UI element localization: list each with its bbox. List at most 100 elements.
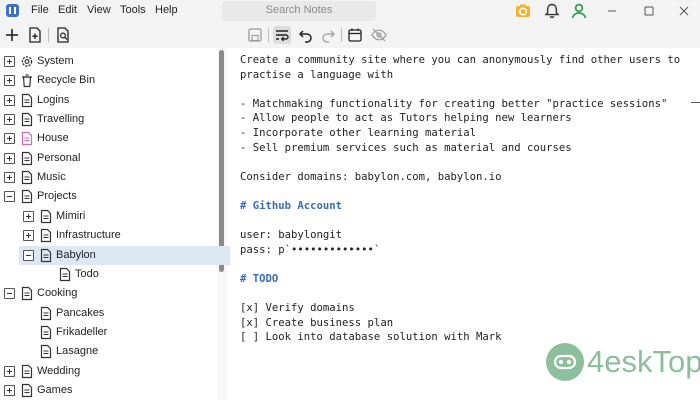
editor-line[interactable]: practise a language with — [240, 68, 393, 82]
collapse-icon[interactable] — [4, 191, 15, 203]
tree-item-label: Todo — [75, 267, 99, 280]
tree-item-mimiri[interactable]: Mimiri — [0, 207, 216, 226]
tree-item-label: Logins — [37, 93, 70, 106]
tree-item-system[interactable]: System — [0, 52, 216, 71]
tree-item-logins[interactable]: Logins — [0, 91, 216, 110]
menu-tools[interactable]: Tools — [120, 4, 146, 16]
word-wrap-icon[interactable] — [273, 26, 291, 44]
note-icon — [21, 383, 33, 398]
note-icon — [40, 306, 52, 320]
expand-icon[interactable] — [4, 75, 15, 87]
expand-icon[interactable] — [23, 230, 34, 242]
tree-item-lasagne[interactable]: Lasagne — [0, 342, 216, 361]
editor-line[interactable]: user: babylongit — [240, 228, 342, 242]
editor-heading-line[interactable]: # TODO — [240, 272, 278, 286]
watermark-text: 4eskTop — [587, 344, 700, 379]
tree-item-label: Pancakes — [56, 306, 105, 319]
tree-item-label: Infrastructure — [56, 229, 121, 242]
close-icon[interactable] — [673, 1, 695, 21]
tree-item-babylon[interactable]: Babylon — [19, 245, 230, 265]
note-icon — [21, 364, 33, 378]
editor-line[interactable]: [ ] Look into database solution with Mar… — [240, 330, 502, 344]
hide-password-icon[interactable] — [370, 26, 388, 44]
search-notes-input[interactable]: Search Notes — [222, 1, 376, 21]
maximize-icon[interactable] — [638, 1, 660, 21]
menu-file[interactable]: File — [31, 4, 49, 16]
gear-icon — [21, 56, 33, 67]
toolbar — [0, 22, 700, 48]
expand-icon[interactable] — [4, 365, 15, 377]
editor-heading-line[interactable]: # Github Account — [240, 199, 342, 213]
tree-item-label: Games — [37, 383, 73, 396]
note-icon — [21, 93, 33, 107]
tree-item-label: Projects — [37, 190, 77, 203]
tree-item-wedding[interactable]: Wedding — [0, 362, 216, 381]
tree-item-label: Wedding — [37, 364, 81, 377]
editor-line[interactable]: - Matchmaking functionality for creating… — [240, 97, 667, 111]
editor-line[interactable]: pass: p`•••••••••••••` — [240, 243, 380, 257]
note-icon — [40, 345, 52, 359]
toolbar-separator — [48, 28, 49, 42]
note-icon — [21, 190, 33, 204]
note-icon — [40, 209, 52, 223]
tree-item-label: Personal — [37, 151, 81, 164]
tree-scrollbar-thumb[interactable] — [219, 50, 224, 272]
expand-icon[interactable] — [4, 152, 15, 164]
notification-badge-icon[interactable] — [514, 2, 532, 20]
expand-icon[interactable] — [4, 94, 15, 106]
calendar-icon[interactable] — [346, 26, 364, 44]
expand-icon[interactable] — [4, 133, 15, 145]
tree-item-infrastructure[interactable]: Infrastructure — [0, 226, 216, 245]
tree-item-todo[interactable]: Todo — [0, 265, 216, 284]
tree-item-house[interactable]: House — [0, 129, 216, 148]
expand-icon[interactable] — [4, 172, 15, 184]
tree-item-music[interactable]: Music — [0, 168, 216, 187]
editor-line[interactable]: - Sell premium services such as material… — [240, 141, 572, 155]
editor-line[interactable]: Create a community site where you can an… — [240, 53, 680, 67]
tree-item-recycle-bin[interactable]: Recycle Bin — [0, 71, 216, 90]
tree-item-label: Lasagne — [56, 345, 99, 358]
note-icon — [59, 267, 71, 281]
note-icon — [40, 229, 52, 243]
tree-item-frikadeller[interactable]: Frikadeller — [0, 323, 216, 342]
tree-item-projects[interactable]: Projects — [0, 187, 216, 206]
expand-icon[interactable] — [23, 210, 34, 222]
undo-icon[interactable] — [297, 26, 315, 44]
editor-line[interactable]: Consider domains: babylon.com, babylon.i… — [240, 170, 502, 184]
expand-icon[interactable] — [4, 114, 15, 126]
tree-item-label: Mimiri — [56, 209, 86, 222]
tree-item-personal[interactable]: Personal — [0, 149, 216, 168]
toolbar-separator — [341, 28, 342, 42]
minimize-icon[interactable] — [601, 1, 623, 21]
search-note-icon[interactable] — [54, 26, 72, 44]
trash-icon — [22, 74, 32, 88]
editor-line[interactable]: - Allow people to act as Tutors helping … — [240, 111, 572, 125]
menu-view[interactable]: View — [87, 4, 111, 16]
tree-item-games[interactable]: Games — [0, 381, 216, 400]
note-icon — [21, 112, 33, 127]
expand-icon[interactable] — [4, 56, 15, 67]
user-icon[interactable] — [570, 2, 588, 20]
menu-edit[interactable]: Edit — [58, 4, 77, 16]
tree-item-pancakes[interactable]: Pancakes — [0, 304, 216, 323]
expand-icon[interactable] — [4, 384, 15, 396]
collapse-icon[interactable] — [4, 288, 15, 300]
editor-line[interactable]: [x] Create business plan — [240, 316, 393, 330]
note-icon — [21, 132, 33, 146]
redo-icon[interactable] — [319, 26, 337, 44]
tree-item-label: Music — [37, 171, 66, 184]
note-icon — [40, 248, 52, 262]
menu-help[interactable]: Help — [155, 4, 178, 16]
collapse-icon[interactable] — [23, 249, 34, 261]
add-note-icon[interactable] — [3, 26, 21, 44]
note-icon — [21, 287, 33, 301]
tree-item-label: Travelling — [37, 113, 85, 126]
editor-line[interactable]: - Incorporate other learning material — [240, 126, 476, 140]
tree-item-cooking[interactable]: Cooking — [0, 284, 216, 303]
editor-line[interactable]: [x] Verify domains — [240, 301, 355, 315]
bell-icon[interactable] — [543, 2, 561, 20]
tree-item-travelling[interactable]: Travelling — [0, 110, 216, 129]
save-icon[interactable] — [246, 26, 264, 44]
tree-item-label: Cooking — [37, 287, 78, 300]
add-child-note-icon[interactable] — [26, 26, 44, 44]
